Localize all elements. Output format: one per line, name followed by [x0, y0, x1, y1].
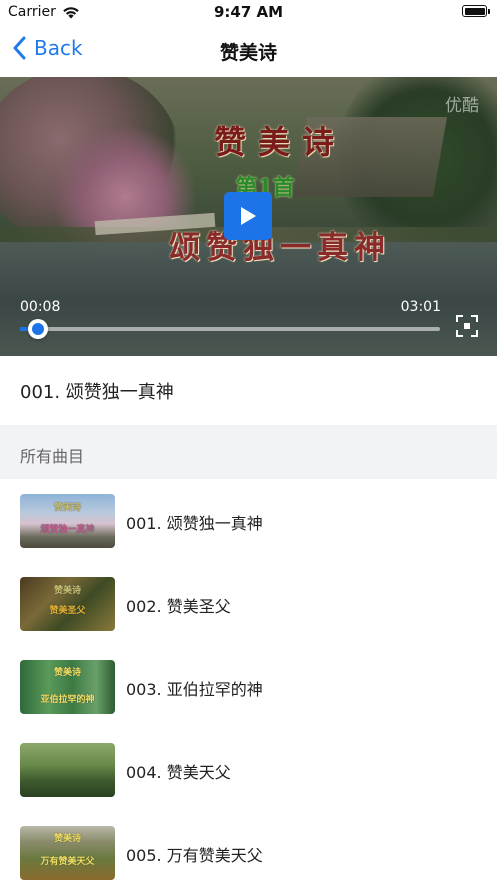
- track-thumbnail: 赞美诗 颂赞独一真神: [20, 494, 115, 548]
- track-label: 004. 赞美天父: [126, 763, 231, 782]
- track-label: 005. 万有赞美天父: [126, 846, 263, 865]
- fullscreen-icon[interactable]: [456, 315, 478, 337]
- track-thumbnail: [20, 743, 115, 797]
- play-icon: [241, 207, 256, 225]
- play-button[interactable]: [224, 192, 272, 240]
- list-item[interactable]: 004. 赞美天父: [0, 728, 497, 811]
- thumb-title: 赞美诗: [53, 668, 81, 678]
- thumb-song: 万有赞美天父: [40, 857, 95, 867]
- list-item[interactable]: 赞美诗 万有赞美天父 005. 万有赞美天父: [0, 811, 497, 894]
- page-title: 赞美诗: [219, 42, 277, 64]
- duration: 03:01: [400, 299, 441, 315]
- list-item[interactable]: 赞美诗 赞美圣父 002. 赞美圣父: [0, 562, 497, 645]
- thumb-song: 亚伯拉罕的神: [40, 695, 95, 705]
- track-thumbnail: 赞美诗 赞美圣父: [20, 577, 115, 631]
- progress-track[interactable]: [20, 327, 440, 331]
- section-header-label: 所有曲目: [20, 447, 85, 466]
- navigation-bar: Back 赞美诗: [0, 26, 497, 76]
- track-thumbnail: 赞美诗 万有赞美天父: [20, 826, 115, 880]
- thumb-song: 赞美圣父: [49, 606, 86, 616]
- track-label: 002. 赞美圣父: [126, 597, 231, 616]
- track-thumbnail: 赞美诗 亚伯拉罕的神: [20, 660, 115, 714]
- status-bar: Carrier 9:47 AM: [0, 0, 497, 26]
- thumb-title: 赞美诗: [53, 834, 81, 844]
- battery-icon: [462, 5, 490, 17]
- track-label: 001. 颂赞独一真神: [126, 514, 263, 533]
- list-item[interactable]: 赞美诗 亚伯拉罕的神 003. 亚伯拉罕的神: [0, 645, 497, 728]
- thumb-title: 赞美诗: [53, 503, 81, 513]
- list-item[interactable]: 赞美诗 颂赞独一真神 001. 颂赞独一真神: [0, 479, 497, 562]
- track-list: 赞美诗 颂赞独一真神 001. 颂赞独一真神 赞美诗 赞美圣父 002. 赞美圣…: [0, 479, 497, 894]
- video-watermark: 优酷: [445, 96, 479, 116]
- track-label: 003. 亚伯拉罕的神: [126, 680, 263, 699]
- video-overlay-title: 赞美诗: [213, 123, 346, 161]
- status-time: 9:47 AM: [213, 3, 284, 21]
- current-time: 00:08: [20, 299, 61, 315]
- current-track-title: 001. 颂赞独一真神: [20, 382, 174, 403]
- thumb-song: 颂赞独一真神: [40, 525, 95, 535]
- thumb-title: 赞美诗: [53, 586, 81, 596]
- section-header: 所有曲目: [0, 425, 497, 479]
- video-player[interactable]: 优酷 赞美诗 第1首 颂赞独一真神 00:08 03:01: [0, 77, 497, 356]
